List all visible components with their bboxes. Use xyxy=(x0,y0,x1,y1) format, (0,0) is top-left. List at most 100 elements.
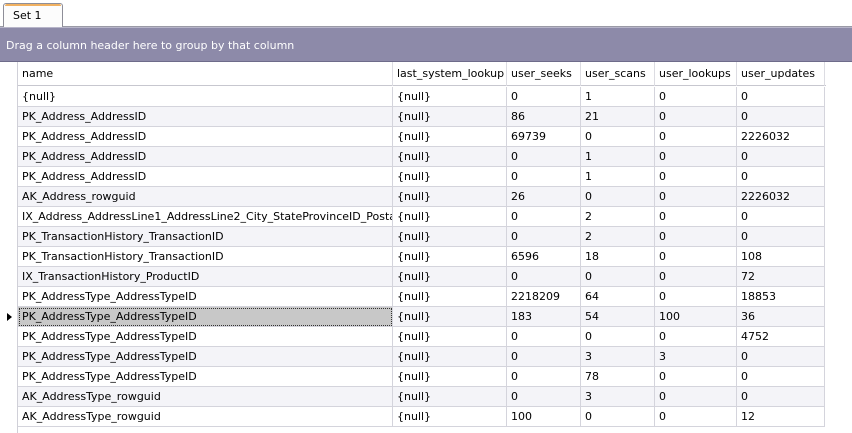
cell-user-scans[interactable]: 78 xyxy=(581,367,655,387)
cell-last-system-lookup[interactable]: {null} xyxy=(393,127,507,147)
cell-user-seeks[interactable]: 0 xyxy=(507,227,581,247)
cell-user-seeks[interactable]: 0 xyxy=(507,347,581,367)
cell-user-scans[interactable]: 0 xyxy=(581,127,655,147)
cell-name[interactable]: {null} xyxy=(18,87,393,107)
table-row[interactable]: PK_AddressType_AddressTypeID {null} 0 3 3 0 xyxy=(0,347,826,367)
cell-user-lookups[interactable]: 0 xyxy=(655,287,737,307)
cell-user-scans[interactable]: 1 xyxy=(581,147,655,167)
cell-user-lookups[interactable]: 100 xyxy=(655,307,737,327)
cell-user-seeks[interactable]: 0 xyxy=(507,87,581,107)
cell-user-lookups[interactable]: 0 xyxy=(655,227,737,247)
cell-user-updates[interactable]: 72 xyxy=(737,267,825,287)
cell-user-lookups[interactable]: 3 xyxy=(655,347,737,367)
cell-last-system-lookup[interactable]: {null} xyxy=(393,347,507,367)
cell-last-system-lookup[interactable]: {null} xyxy=(393,307,507,327)
results-grid[interactable]: name last_system_lookup user_seeks user_sca… xyxy=(0,62,852,433)
cell-user-seeks[interactable]: 100 xyxy=(507,407,581,427)
cell-last-system-lookup[interactable]: {null} xyxy=(393,227,507,247)
column-header-name[interactable]: name xyxy=(18,62,393,86)
cell-user-updates[interactable]: 12 xyxy=(737,407,825,427)
column-header-user-seeks[interactable]: user_seeks xyxy=(507,62,581,86)
cell-user-seeks[interactable]: 0 xyxy=(507,207,581,227)
cell-name[interactable]: PK_Address_AddressID xyxy=(18,107,393,127)
cell-user-updates[interactable]: 0 xyxy=(737,207,825,227)
cell-user-updates[interactable]: 0 xyxy=(737,107,825,127)
cell-name[interactable]: PK_AddressType_AddressTypeID xyxy=(18,287,393,307)
cell-user-lookups[interactable]: 0 xyxy=(655,167,737,187)
cell-user-updates[interactable]: 0 xyxy=(737,167,825,187)
table-row[interactable]: AK_Address_rowguid {null} 26 0 0 2226032 xyxy=(0,187,826,207)
cell-name[interactable]: AK_AddressType_rowguid xyxy=(18,407,393,427)
cell-user-lookups[interactable]: 0 xyxy=(655,367,737,387)
cell-user-scans[interactable]: 2 xyxy=(581,207,655,227)
cell-last-system-lookup[interactable]: {null} xyxy=(393,267,507,287)
cell-user-seeks[interactable]: 0 xyxy=(507,367,581,387)
cell-user-seeks[interactable]: 0 xyxy=(507,147,581,167)
cell-user-updates[interactable]: 0 xyxy=(737,367,825,387)
cell-user-scans[interactable]: 1 xyxy=(581,87,655,107)
cell-user-scans[interactable]: 2 xyxy=(581,227,655,247)
cell-last-system-lookup[interactable]: {null} xyxy=(393,167,507,187)
cell-user-seeks[interactable]: 0 xyxy=(507,327,581,347)
cell-user-lookups[interactable]: 0 xyxy=(655,247,737,267)
cell-user-scans[interactable]: 3 xyxy=(581,347,655,367)
column-header-last-system-lookup[interactable]: last_system_lookup xyxy=(393,62,507,86)
table-row[interactable]: PK_Address_AddressID {null} 69739 0 0 2226032 xyxy=(0,127,826,147)
table-row[interactable]: PK_Address_AddressID {null} 0 1 0 0 xyxy=(0,147,826,167)
cell-user-scans[interactable]: 0 xyxy=(581,187,655,207)
cell-user-lookups[interactable]: 0 xyxy=(655,387,737,407)
cell-user-seeks[interactable]: 0 xyxy=(507,167,581,187)
cell-last-system-lookup[interactable]: {null} xyxy=(393,147,507,167)
cell-user-lookups[interactable]: 0 xyxy=(655,127,737,147)
cell-name[interactable]: IX_TransactionHistory_ProductID xyxy=(18,267,393,287)
table-row[interactable]: IX_TransactionHistory_ProductID {null} 0 0 0… xyxy=(0,267,826,287)
table-row[interactable]: PK_Address_AddressID {null} 0 1 0 0 xyxy=(0,167,826,187)
cell-user-updates[interactable]: 18853 xyxy=(737,287,825,307)
cell-name[interactable]: PK_TransactionHistory_TransactionID xyxy=(18,227,393,247)
cell-user-updates[interactable]: 2226032 xyxy=(737,187,825,207)
cell-user-seeks[interactable]: 26 xyxy=(507,187,581,207)
table-row[interactable]: IX_Address_AddressLine1_AddressLine2_Cit… xyxy=(0,207,826,227)
cell-user-seeks[interactable]: 2218209 xyxy=(507,287,581,307)
table-row[interactable]: PK_Address_AddressID {null} 86 21 0 0 xyxy=(0,107,826,127)
cell-last-system-lookup[interactable]: {null} xyxy=(393,207,507,227)
table-row[interactable]: PK_AddressType_AddressTypeID {null} 0 78 0 0 xyxy=(0,367,826,387)
cell-user-seeks[interactable]: 6596 xyxy=(507,247,581,267)
cell-name[interactable]: PK_Address_AddressID xyxy=(18,127,393,147)
cell-name[interactable]: PK_Address_AddressID xyxy=(18,147,393,167)
cell-last-system-lookup[interactable]: {null} xyxy=(393,407,507,427)
tab-set-1[interactable]: Set 1 xyxy=(3,3,63,28)
cell-user-scans[interactable]: 54 xyxy=(581,307,655,327)
cell-last-system-lookup[interactable]: {null} xyxy=(393,107,507,127)
column-header-user-scans[interactable]: user_scans xyxy=(581,62,655,86)
cell-name[interactable]: PK_AddressType_AddressTypeID xyxy=(18,307,393,327)
cell-last-system-lookup[interactable]: {null} xyxy=(393,287,507,307)
cell-user-updates[interactable]: 108 xyxy=(737,247,825,267)
cell-user-lookups[interactable]: 0 xyxy=(655,407,737,427)
column-header-user-lookups[interactable]: user_lookups xyxy=(655,62,737,86)
cell-user-scans[interactable]: 0 xyxy=(581,327,655,347)
column-header-user-updates[interactable]: user_updates xyxy=(737,62,825,86)
cell-user-updates[interactable]: 0 xyxy=(737,147,825,167)
cell-user-seeks[interactable]: 0 xyxy=(507,387,581,407)
cell-user-lookups[interactable]: 0 xyxy=(655,107,737,127)
table-row[interactable]: PK_AddressType_AddressTypeID {null} 0 0 0 475… xyxy=(0,327,826,347)
table-row[interactable]: {null} {null} 0 1 0 0 xyxy=(0,87,826,107)
cell-last-system-lookup[interactable]: {null} xyxy=(393,247,507,267)
cell-user-updates[interactable]: 0 xyxy=(737,387,825,407)
cell-last-system-lookup[interactable]: {null} xyxy=(393,87,507,107)
cell-user-scans[interactable]: 21 xyxy=(581,107,655,127)
cell-user-updates[interactable]: 4752 xyxy=(737,327,825,347)
cell-user-lookups[interactable]: 0 xyxy=(655,187,737,207)
cell-user-scans[interactable]: 3 xyxy=(581,387,655,407)
cell-user-updates[interactable]: 0 xyxy=(737,347,825,367)
cell-name[interactable]: PK_TransactionHistory_TransactionID xyxy=(18,247,393,267)
cell-name[interactable]: IX_Address_AddressLine1_AddressLine2_Cit… xyxy=(18,207,393,227)
cell-user-lookups[interactable]: 0 xyxy=(655,147,737,167)
cell-name[interactable]: PK_Address_AddressID xyxy=(18,167,393,187)
cell-last-system-lookup[interactable]: {null} xyxy=(393,187,507,207)
cell-last-system-lookup[interactable]: {null} xyxy=(393,387,507,407)
cell-user-updates[interactable]: 2226032 xyxy=(737,127,825,147)
cell-user-seeks[interactable]: 69739 xyxy=(507,127,581,147)
table-row[interactable]: PK_TransactionHistory_TransactionID {null… xyxy=(0,227,826,247)
